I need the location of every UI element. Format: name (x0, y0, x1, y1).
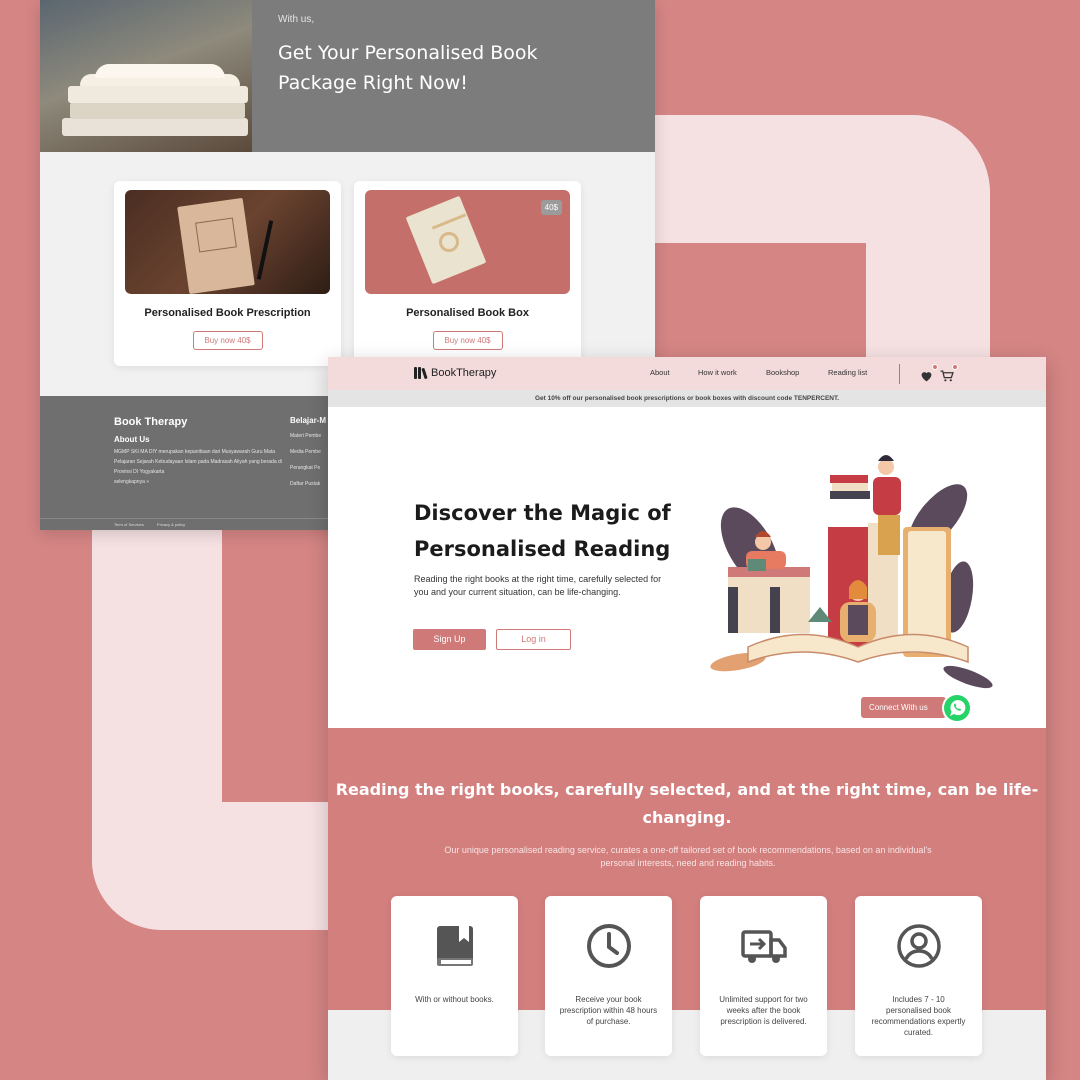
footer-more-link[interactable]: selengkapnya » (114, 479, 149, 485)
footer-about-text: MGMP SKI MA DIY merupakan kepanitiaan da… (114, 449, 282, 485)
hero-eyebrow: With us, (278, 14, 315, 25)
user-circle-icon (896, 924, 941, 968)
nav-reading-list[interactable]: Reading list (828, 368, 867, 377)
footer-link[interactable]: Perangkat Pe (290, 465, 321, 471)
navbar: BookTherapy About How it work Bookshop R… (328, 357, 1046, 390)
hero-title: Discover the Magic of Personalised Readi… (414, 501, 671, 561)
cart-icon[interactable] (940, 364, 958, 382)
feature-text: Unlimited support for two weeks after th… (719, 995, 808, 1026)
feature-card: Receive your book prescription within 48… (545, 896, 672, 1056)
logo-text: BookTherapy (431, 366, 497, 379)
prescription-photo (125, 190, 330, 294)
promo-banner: Get 10% off our personalised book prescr… (328, 390, 1046, 407)
package-hero: With us, Get Your Personalised Book Pack… (40, 0, 655, 152)
footer-brand: Book Therapy (114, 416, 188, 428)
section-title: Reading the right books, carefully selec… (335, 780, 1039, 827)
hero-description: Reading the right books at the right tim… (414, 574, 662, 597)
footer-legal: Term of Services Privacy & policy (114, 522, 197, 527)
privacy-link[interactable]: Privacy & policy (157, 522, 185, 527)
package-card-prescription[interactable]: Personalised Book Prescription Buy now 4… (114, 181, 341, 366)
buy-now-button[interactable]: Buy now 40$ (192, 331, 263, 350)
log-in-button[interactable]: Log in (496, 629, 571, 650)
nav-how-it-work[interactable]: How it work (698, 368, 737, 377)
footer-link[interactable]: Daftar Pustak (290, 481, 321, 487)
heart-icon[interactable] (920, 364, 938, 382)
nav-divider (899, 364, 900, 384)
section-description: Our unique personalised reading service,… (444, 845, 932, 868)
footer-links: Materi Pembe Media Pembe Perangkat Pe Da… (290, 433, 321, 497)
background-frame-bottom (92, 802, 332, 930)
footer-link[interactable]: Media Pembe (290, 449, 321, 455)
book-box-photo: 40$ (365, 190, 570, 294)
truck-icon (740, 930, 787, 963)
front-page-mockup: BookTherapy About How it work Bookshop R… (328, 357, 1046, 1080)
whatsapp-icon[interactable] (942, 693, 972, 723)
buy-now-button[interactable]: Buy now 40$ (432, 331, 503, 350)
book-icon (436, 926, 473, 966)
footer-column-heading: Belajar-M (290, 416, 327, 425)
feature-text: Includes 7 - 10 personalised book recomm… (871, 995, 966, 1037)
sign-up-button[interactable]: Sign Up (413, 629, 486, 650)
nav-bookshop[interactable]: Bookshop (766, 368, 799, 377)
feature-card: Unlimited support for two weeks after th… (700, 896, 827, 1056)
hero-title: Get Your Personalised Book Package Right… (278, 42, 538, 94)
footer-about-heading: About Us (114, 435, 150, 444)
feature-card: Includes 7 - 10 personalised book recomm… (855, 896, 982, 1056)
footer-link[interactable]: Materi Pembe (290, 433, 321, 439)
nav-about[interactable]: About (650, 368, 670, 377)
package-title: Personalised Book Box (406, 307, 529, 319)
feature-card: With or without books. (391, 896, 518, 1056)
clock-icon (586, 924, 631, 968)
price-badge: 40$ (540, 200, 562, 215)
package-title: Personalised Book Prescription (144, 307, 311, 319)
connect-with-us-button[interactable]: Connect With us (861, 697, 946, 718)
feature-text: Receive your book prescription within 48… (559, 995, 658, 1026)
package-card-box[interactable]: 40$ Personalised Book Box Buy now 40$ (354, 181, 581, 366)
terms-link[interactable]: Term of Services (114, 522, 144, 527)
reading-illustration (710, 455, 993, 689)
feature-text: With or without books. (415, 995, 494, 1004)
stacked-books-photo (40, 0, 252, 152)
logo[interactable]: BookTherapy (414, 366, 497, 380)
logo-books-icon (414, 366, 428, 380)
background-frame-right (866, 115, 990, 360)
benefits-section: Reading the right books, carefully selec… (328, 728, 1046, 1080)
